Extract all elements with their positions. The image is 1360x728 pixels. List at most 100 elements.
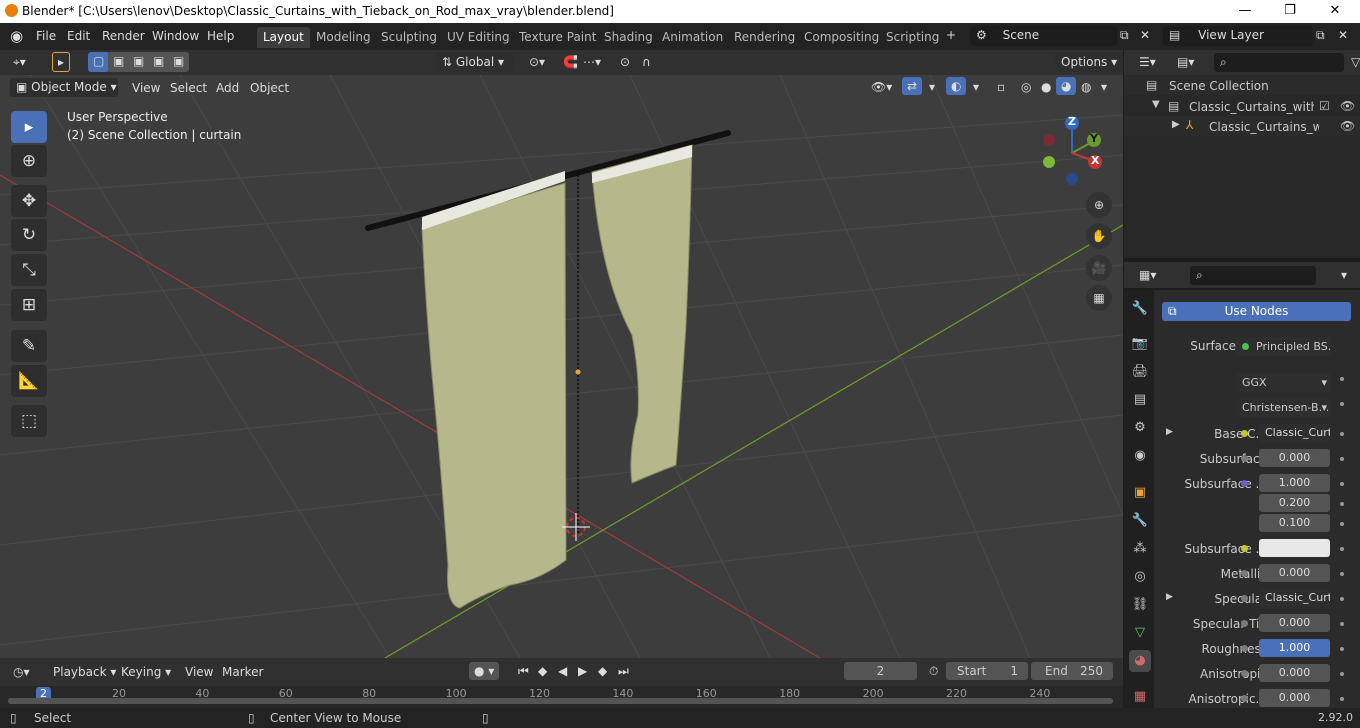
copy-view-layer-icon[interactable]: ⧉: [1316, 28, 1325, 43]
viewport-menu-object[interactable]: Object: [245, 79, 294, 97]
overlays-dropdown-icon[interactable]: ▾: [968, 78, 984, 96]
mode-extend-selection-icon[interactable]: ▣: [108, 52, 130, 72]
tab-compositing[interactable]: Compositing: [798, 27, 885, 48]
keyframe-dot[interactable]: [1340, 482, 1344, 486]
physics-tab-icon[interactable]: ◎: [1129, 566, 1151, 588]
properties-options-icon[interactable]: ▾: [1336, 266, 1352, 284]
jump-start-icon[interactable]: ⏮: [513, 662, 534, 681]
texture-tab-icon[interactable]: ▦: [1129, 686, 1151, 708]
keyframe-dot[interactable]: [1340, 402, 1344, 406]
3d-viewport[interactable]: Z Y X User Perspective (2) Scene Collect…: [0, 75, 1123, 658]
socket-icon[interactable]: [1241, 455, 1248, 462]
world-tab-icon[interactable]: ◉: [1129, 445, 1151, 467]
viewport-menu-view[interactable]: View: [127, 79, 165, 97]
shader-input-value[interactable]: 0.000: [1259, 689, 1330, 707]
menu-window[interactable]: Window: [152, 29, 199, 43]
rendered-shading-icon[interactable]: ◍: [1076, 78, 1096, 96]
keyframe-dot[interactable]: [1340, 647, 1344, 651]
cursor-tool-icon[interactable]: ⊕: [11, 145, 47, 177]
modifier-tab-icon[interactable]: 🔧: [1129, 510, 1151, 532]
keyframe-dot[interactable]: [1340, 432, 1344, 436]
current-frame-field[interactable]: 2: [844, 662, 917, 680]
outliner-row-root[interactable]: ▤ Scene Collection: [1124, 75, 1360, 95]
remove-view-layer-icon[interactable]: ✕: [1338, 28, 1348, 42]
gizmo-dropdown-icon[interactable]: ▾: [924, 78, 940, 96]
tab-rendering[interactable]: Rendering: [728, 27, 801, 48]
end-frame-field[interactable]: End 250: [1031, 662, 1113, 680]
outliner-row-collection[interactable]: ▼ ▤ Classic_Curtains_with_Ti ☑ 👁: [1124, 96, 1360, 116]
keyframe-dot[interactable]: [1340, 522, 1344, 526]
shader-input-value[interactable]: Classic_Curta...: [1259, 589, 1330, 607]
tab-layout[interactable]: Layout: [257, 27, 310, 48]
eye-icon[interactable]: 👁: [1340, 119, 1355, 133]
keyframe-dot[interactable]: [1340, 597, 1344, 601]
tab-texture-paint[interactable]: Texture Paint: [513, 27, 602, 48]
visibility-icon[interactable]: 👁▾: [866, 78, 897, 96]
shader-input-value[interactable]: 0.100: [1259, 514, 1330, 532]
expand-arrow-icon[interactable]: ▶: [1166, 592, 1173, 602]
menu-help[interactable]: Help: [207, 29, 234, 43]
mode-invert-selection-icon[interactable]: ▣: [148, 52, 170, 72]
record-button[interactable]: ● ▾: [469, 662, 500, 680]
zoom-icon[interactable]: ⊕: [1086, 192, 1112, 218]
socket-icon[interactable]: [1241, 670, 1248, 677]
distribution-dropdown[interactable]: GGX ▾: [1236, 373, 1331, 392]
mode-dropdown[interactable]: ▣ Object Mode ▾: [10, 78, 118, 97]
shader-input-value[interactable]: Classic_Curta...: [1259, 424, 1330, 442]
minimize-button[interactable]: —: [1222, 0, 1268, 23]
timeline-scrollbar[interactable]: [8, 698, 1113, 704]
keyframe-dot[interactable]: [1340, 672, 1344, 676]
outliner-search-input[interactable]: ⌕: [1214, 53, 1344, 72]
menu-file[interactable]: File: [36, 29, 56, 43]
frame-ruler[interactable]: 2 20 40 60 80 100 120 140 160 180 200 220 240: [0, 686, 1123, 708]
gizmo-toggle-icon[interactable]: ⇄: [902, 77, 923, 95]
filter-icon[interactable]: ▽: [1346, 53, 1360, 71]
shading-dropdown-icon[interactable]: ▾: [1096, 78, 1112, 96]
rotate-tool-icon[interactable]: ↻: [11, 219, 47, 251]
mode-new-selection-icon[interactable]: ▢: [88, 52, 110, 72]
keyframe-dot[interactable]: [1340, 547, 1344, 551]
material-tab-icon[interactable]: ◕: [1129, 650, 1151, 672]
start-frame-field[interactable]: Start 1: [946, 662, 1028, 680]
ortho-grid-icon[interactable]: ▦: [1086, 285, 1112, 311]
properties-editor-type-icon[interactable]: ▦▾: [1134, 266, 1161, 284]
expand-arrow-icon[interactable]: ▶: [1166, 427, 1173, 437]
blender-menu-icon[interactable]: ◉: [10, 27, 23, 45]
render-tab-icon[interactable]: 📷: [1129, 333, 1151, 355]
shader-input-value[interactable]: 1.000: [1259, 474, 1330, 492]
mode-subtract-selection-icon[interactable]: ▣: [128, 52, 150, 72]
play-icon[interactable]: ▶: [573, 662, 592, 680]
wireframe-shading-icon[interactable]: ◎: [1016, 78, 1036, 96]
jump-end-icon[interactable]: ⏭: [613, 662, 634, 681]
pan-hand-icon[interactable]: ✋: [1086, 223, 1112, 249]
outliner-row-object[interactable]: ▶ ⅄ Classic_Curtains_wit 👁: [1124, 116, 1360, 136]
expand-arrow-icon[interactable]: ▶: [1172, 119, 1180, 130]
preview-range-icon[interactable]: ⏱: [924, 662, 943, 681]
transform-tool-icon[interactable]: ⊞: [11, 289, 47, 321]
timeline-editor-type-icon[interactable]: ◷▾: [8, 663, 35, 681]
expand-arrow-icon[interactable]: ▼: [1152, 99, 1160, 110]
copy-scene-icon[interactable]: ⧉: [1120, 28, 1129, 43]
eye-icon[interactable]: 👁: [1340, 99, 1355, 113]
menu-render[interactable]: Render: [102, 29, 145, 43]
select-box-tool-icon[interactable]: ▸: [52, 52, 71, 72]
display-mode-icon[interactable]: ▤▾: [1172, 53, 1199, 71]
tab-uv-editing[interactable]: UV Editing: [441, 27, 516, 48]
timeline-menu-playback[interactable]: Playback ▾: [48, 663, 121, 681]
tab-shading[interactable]: Shading: [598, 27, 659, 48]
tab-sculpting[interactable]: Sculpting: [375, 27, 443, 48]
shader-input-value[interactable]: 0.000: [1259, 449, 1330, 467]
socket-icon[interactable]: [1241, 595, 1248, 602]
material-shading-icon[interactable]: ◕: [1056, 77, 1077, 95]
shader-input-value[interactable]: 1.000: [1259, 639, 1330, 657]
tab-animation[interactable]: Animation: [656, 27, 729, 48]
shader-input-value[interactable]: [1259, 539, 1330, 557]
socket-icon[interactable]: [1241, 620, 1248, 627]
socket-icon[interactable]: [1241, 695, 1248, 702]
play-reverse-icon[interactable]: ◀: [553, 662, 572, 680]
outliner-editor-type-icon[interactable]: ☰▾: [1134, 53, 1161, 71]
measure-tool-icon[interactable]: 📐: [11, 365, 47, 397]
tab-modeling[interactable]: Modeling: [310, 27, 377, 48]
output-tab-icon[interactable]: 🖨: [1129, 361, 1151, 383]
shader-input-value[interactable]: 0.000: [1259, 664, 1330, 682]
